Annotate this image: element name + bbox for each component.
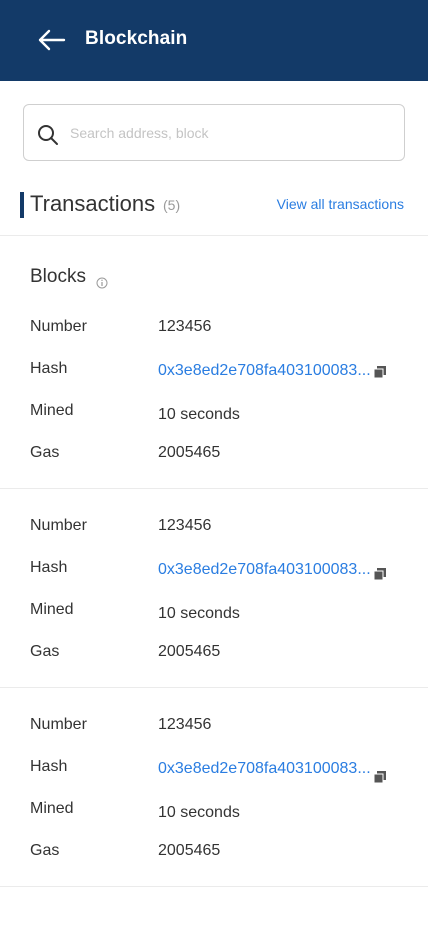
- block-mined: 10 seconds: [158, 804, 240, 821]
- search-input[interactable]: [70, 105, 395, 160]
- blocks-title: Blocks: [30, 266, 86, 287]
- mined-label: Mined: [30, 601, 74, 618]
- gas-label: Gas: [30, 643, 60, 660]
- block-hash-link[interactable]: 0x3e8ed2e708fa403100083...: [158, 760, 371, 778]
- arrow-left-icon[interactable]: [36, 27, 66, 53]
- gas-label: Gas: [30, 444, 60, 461]
- block-mined: 10 seconds: [158, 406, 240, 423]
- transactions-count: (5): [163, 197, 181, 213]
- block-number: 123456: [158, 318, 212, 335]
- search-icon: [38, 125, 58, 145]
- hash-label: Hash: [30, 559, 68, 576]
- hash-label: Hash: [30, 758, 68, 775]
- divider: [0, 235, 428, 236]
- mined-label: Mined: [30, 800, 74, 817]
- divider: [0, 886, 428, 887]
- transactions-title: Transactions: [30, 191, 156, 216]
- mined-label: Mined: [30, 402, 74, 419]
- block-number: 123456: [158, 517, 212, 534]
- info-icon[interactable]: [96, 277, 108, 289]
- hash-label: Hash: [30, 360, 68, 377]
- search-box[interactable]: [23, 104, 405, 161]
- gas-label: Gas: [30, 842, 60, 859]
- block-gas: 2005465: [158, 643, 221, 660]
- block-gas: 2005465: [158, 842, 221, 859]
- section-marker: [20, 192, 24, 218]
- copy-icon[interactable]: [373, 567, 387, 581]
- view-all-transactions-link[interactable]: View all transactions: [277, 196, 404, 212]
- divider: [0, 488, 428, 489]
- number-label: Number: [30, 517, 87, 534]
- page-title: Blockchain: [85, 28, 188, 49]
- block-gas: 2005465: [158, 444, 221, 461]
- block-mined: 10 seconds: [158, 605, 240, 622]
- block-hash-link[interactable]: 0x3e8ed2e708fa403100083...: [158, 362, 371, 380]
- number-label: Number: [30, 318, 87, 335]
- block-number: 123456: [158, 716, 212, 733]
- number-label: Number: [30, 716, 87, 733]
- divider: [0, 687, 428, 688]
- copy-icon[interactable]: [373, 770, 387, 784]
- copy-icon[interactable]: [373, 365, 387, 379]
- app-bar: Blockchain: [0, 0, 428, 81]
- block-hash-link[interactable]: 0x3e8ed2e708fa403100083...: [158, 561, 371, 579]
